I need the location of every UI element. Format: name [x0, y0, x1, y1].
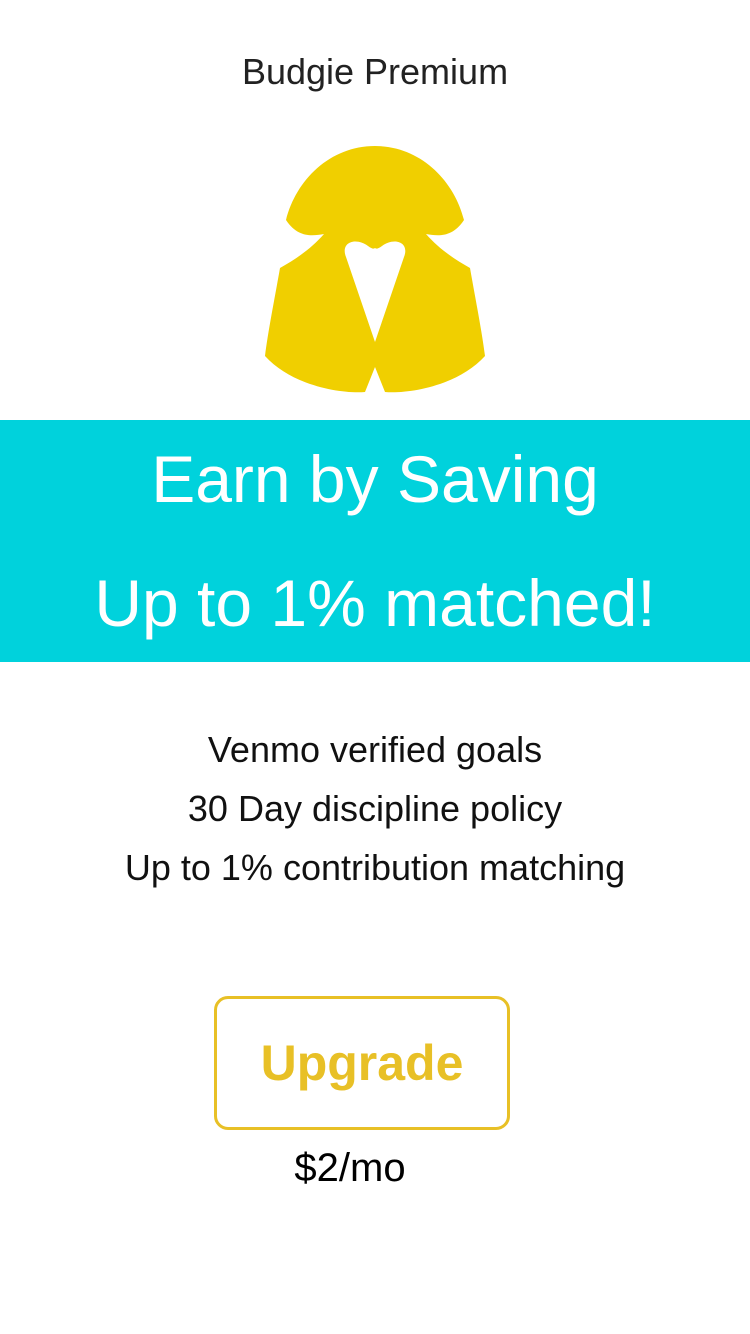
page-title: Budgie Premium [241, 51, 509, 92]
budgie-logo-icon [265, 146, 485, 393]
price-label: $2/mo [294, 1146, 406, 1190]
feature-item: 30 Day discipline policy [187, 788, 563, 829]
feature-item: Up to 1% contribution matching [124, 847, 626, 888]
feature-item: Venmo verified goals [207, 729, 543, 770]
banner-headline: Earn by Saving [151, 442, 599, 516]
upgrade-button[interactable]: Upgrade [214, 996, 510, 1130]
banner-subheadline: Up to 1% matched! [94, 566, 656, 640]
feature-list: Venmo verified goals 30 Day discipline p… [0, 720, 750, 897]
